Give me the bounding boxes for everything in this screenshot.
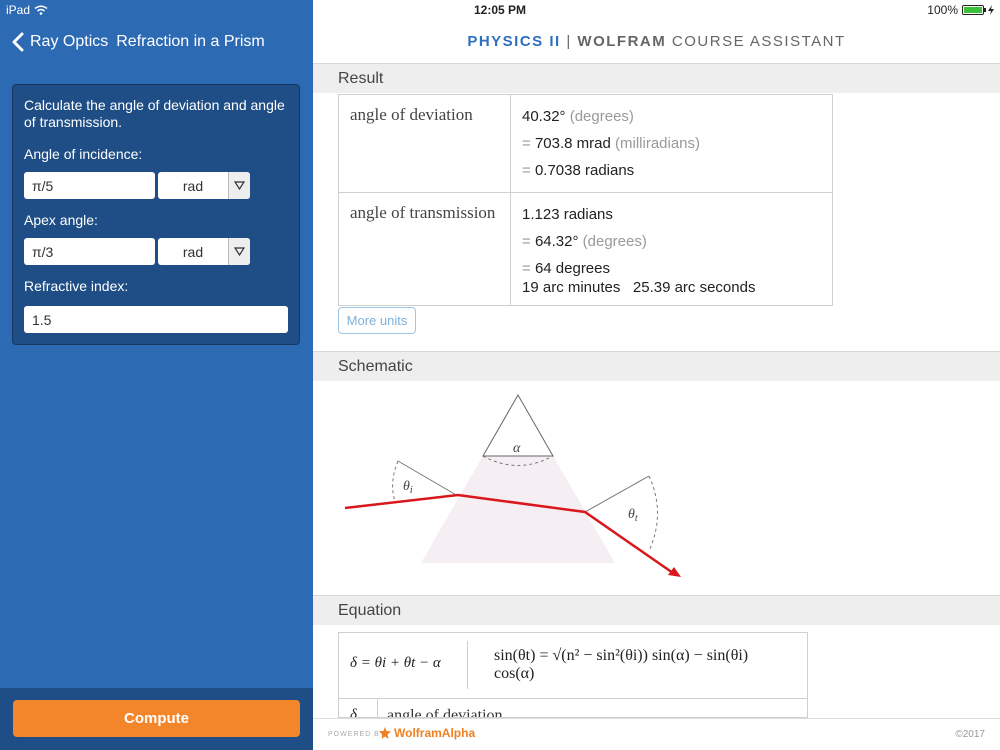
theta-t-label: θt xyxy=(628,507,638,524)
compute-button[interactable]: Compute xyxy=(13,700,300,737)
prism-schematic: α θi θt xyxy=(344,393,681,577)
wolframalpha-logo: WolframAlpha xyxy=(379,726,475,740)
battery-icon xyxy=(962,5,986,15)
result-value: 64 degrees xyxy=(534,260,610,277)
apex-label: Apex angle: xyxy=(24,212,98,228)
result-value: 19 arc minutes 25.39 arc seconds xyxy=(522,279,756,296)
dropdown-arrow-icon xyxy=(228,172,250,199)
schematic-section-header: Schematic xyxy=(313,351,1000,381)
brand-course: PHYSICS II xyxy=(467,33,561,50)
symbol-description: angle of deviation xyxy=(387,707,503,718)
symbol-row: δ angle of deviation xyxy=(339,699,807,718)
incidence-unit-select[interactable]: rad xyxy=(158,172,250,199)
input-form: Calculate the angle of deviation and ang… xyxy=(12,84,300,345)
alpha-label: α xyxy=(513,441,521,456)
powered-by: POWERED BY xyxy=(328,731,386,738)
theta-i-label: θi xyxy=(403,479,413,496)
result-value: 0.7038 radians xyxy=(534,162,635,179)
equation-numerator: sin(θt) = √(n² − sin²(θi)) sin(α) − sin(… xyxy=(494,647,749,664)
divider xyxy=(467,641,468,689)
result-table: angle of deviation 40.32° (degrees) = 70… xyxy=(338,94,833,306)
incidence-input[interactable]: π/5 xyxy=(24,172,155,199)
dropdown-arrow-icon xyxy=(228,238,250,265)
result-values: 40.32° (degrees) = 703.8 mrad (milliradi… xyxy=(510,94,833,193)
apex-input[interactable]: π/3 xyxy=(24,238,155,265)
result-values: 1.123 radians = 64.32° (degrees) = 64 de… xyxy=(510,192,833,306)
table-row: angle of deviation 40.32° (degrees) = 70… xyxy=(338,94,833,193)
apex-unit-value: rad xyxy=(182,243,204,260)
app-header: PHYSICS II | WOLFRAM COURSE ASSISTANT xyxy=(313,22,1000,62)
chevron-left-icon[interactable] xyxy=(8,30,28,54)
transmission-equation: sin(θt) = √(n² − sin²(θi)) sin(α) − sin(… xyxy=(494,647,794,683)
unit-name: (degrees) xyxy=(582,233,647,250)
incidence-label: Angle of incidence: xyxy=(24,146,143,162)
divider xyxy=(377,699,378,717)
battery-percent: 100% xyxy=(927,3,958,17)
page-title: Refraction in a Prism xyxy=(116,33,265,50)
brand-wolfram: WOLFRAM xyxy=(577,33,667,50)
deviation-equation: δ = θi + θt − α xyxy=(350,655,441,671)
footer: POWERED BY WolframAlpha ©2017 xyxy=(313,718,1000,750)
equation-denominator: cos(α) xyxy=(494,665,535,682)
incidence-angle-arc xyxy=(392,460,399,502)
back-button[interactable]: Ray Optics xyxy=(30,33,108,51)
refractive-label: Refractive index: xyxy=(24,278,129,294)
refractive-input[interactable]: 1.5 xyxy=(24,306,288,333)
brand-separator: | xyxy=(566,33,572,50)
status-right: 100% xyxy=(927,3,994,17)
symbol: δ xyxy=(350,707,357,718)
equation-row: δ = θi + θt − α sin(θt) = √(n² − sin²(θi… xyxy=(339,633,807,699)
result-key: angle of transmission xyxy=(338,192,511,306)
result-value: 40.32° xyxy=(522,108,566,125)
charging-icon xyxy=(988,5,994,15)
transmission-angle-arc xyxy=(648,475,658,552)
equation-section-header: Equation xyxy=(313,595,1000,625)
copyright: ©2017 xyxy=(955,729,985,740)
result-key: angle of deviation xyxy=(338,94,511,193)
main-content: PHYSICS II | WOLFRAM COURSE ASSISTANT Re… xyxy=(313,0,1000,750)
result-section-header: Result xyxy=(313,63,1000,93)
more-units-button[interactable]: More units xyxy=(338,307,416,334)
status-bar: iPad 12:05 PM 100% xyxy=(0,0,1000,20)
result-value: 64.32° xyxy=(534,233,579,250)
sidebar: Ray Optics Refraction in a Prism Calcula… xyxy=(0,0,313,750)
form-description: Calculate the angle of deviation and ang… xyxy=(24,97,285,130)
unit-name: (milliradians) xyxy=(615,135,701,152)
clock: 12:05 PM xyxy=(473,3,527,17)
equation-table: δ = θi + θt − α sin(θt) = √(n² − sin²(θi… xyxy=(338,632,808,718)
apex-unit-select[interactable]: rad xyxy=(158,238,250,265)
wolfram-star-icon xyxy=(379,727,391,739)
unit-name: (degrees) xyxy=(569,108,634,125)
result-value: 703.8 mrad xyxy=(534,135,611,152)
incidence-unit-value: rad xyxy=(182,177,204,194)
nav-bar: Ray Optics Refraction in a Prism xyxy=(0,22,313,62)
brand-assistant: COURSE ASSISTANT xyxy=(671,33,846,50)
normal-right xyxy=(584,475,650,513)
table-row: angle of transmission 1.123 radians = 64… xyxy=(338,192,833,306)
result-value: 1.123 radians xyxy=(522,206,613,223)
